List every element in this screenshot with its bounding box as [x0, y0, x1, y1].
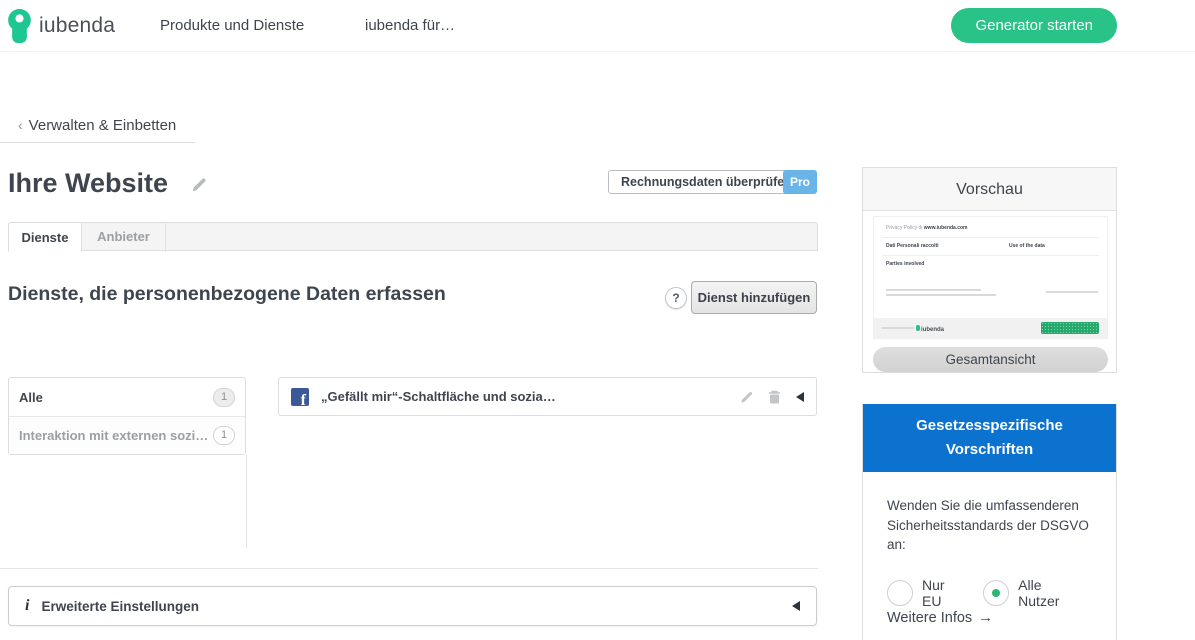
delete-service-trash-icon[interactable]	[768, 390, 782, 404]
preview-doc-footer: iubenda	[874, 318, 1107, 338]
category-item-alle[interactable]: Alle 1	[9, 378, 245, 416]
preview-text-placeholder	[886, 289, 981, 291]
category-list: Alle 1 Interaktion mit externen sozi… 1	[8, 377, 246, 455]
info-icon: i	[25, 597, 29, 615]
full-view-button[interactable]: Gesamtansicht	[873, 347, 1108, 372]
law-panel: Gesetzesspezifische Vorschriften Wenden …	[862, 404, 1117, 640]
preview-footer-brand: iubenda	[916, 325, 944, 333]
billing-check-button[interactable]: Rechnungsdaten überprüfen	[608, 170, 805, 194]
service-actions	[740, 390, 804, 404]
page-title: Ihre Website	[8, 168, 168, 199]
breadcrumb-label: Verwalten & Einbetten	[29, 117, 177, 134]
service-name: „Gefällt mir“-Schaltfläche und sozia…	[321, 389, 556, 404]
page: iubenda Produkte und Dienste iubenda für…	[0, 0, 1195, 640]
edit-service-pencil-icon[interactable]	[740, 390, 754, 404]
content-divider	[0, 568, 818, 569]
tab-dienste[interactable]: Dienste	[8, 222, 82, 252]
law-panel-body: Wenden Sie die umfassenderen Sicherheits…	[863, 472, 1116, 609]
preview-text-placeholder	[882, 327, 914, 329]
policy-preview-thumbnail[interactable]: Privacy Policy di www.iubenda.com Dati P…	[873, 216, 1108, 339]
collapse-chevron-icon[interactable]	[792, 601, 800, 611]
gdpr-question: Wenden Sie die umfassenderen Sicherheits…	[887, 496, 1099, 555]
add-service-button[interactable]: Dienst hinzufügen	[691, 281, 817, 314]
preview-panel: Vorschau Privacy Policy di www.iubenda.c…	[862, 167, 1117, 373]
breadcrumb[interactable]: ‹ Verwalten & Einbetten	[18, 117, 176, 134]
breadcrumb-divider	[0, 142, 195, 143]
category-count-badge: 1	[213, 388, 235, 407]
collapse-chevron-icon[interactable]	[796, 392, 804, 402]
facebook-icon: f	[291, 388, 309, 406]
preview-divider	[882, 255, 1099, 256]
preview-doc-row2: Parties involved	[886, 261, 924, 267]
law-panel-title: Gesetzesspezifische Vorschriften	[863, 404, 1116, 472]
radio-nur-eu-label[interactable]: Nur EU	[922, 577, 966, 609]
category-item-interaktion[interactable]: Interaktion mit externen sozi… 1	[9, 416, 245, 454]
generator-starten-button[interactable]: Generator starten	[951, 8, 1117, 43]
nav-item-produkte-und-dienste[interactable]: Produkte und Dienste	[160, 17, 304, 34]
gdpr-scope-options: Nur EU Alle Nutzer	[887, 577, 1092, 609]
edit-title-pencil-icon[interactable]	[190, 176, 208, 194]
category-label: Interaktion mit externen sozi…	[19, 428, 208, 443]
advanced-settings-bar[interactable]: i Erweiterte Einstellungen	[8, 586, 817, 626]
tab-bar: Dienste Anbieter	[8, 222, 818, 251]
preview-divider	[882, 237, 1099, 238]
advanced-settings-label: Erweiterte Einstellungen	[41, 599, 199, 614]
preview-doc-col2: Use of the data	[1009, 243, 1045, 249]
preview-doc-col1: Dati Personali raccolti	[886, 243, 939, 249]
arrow-right-icon: →	[978, 609, 993, 626]
preview-footer-green-badge	[1041, 322, 1099, 334]
category-count-badge: 1	[213, 426, 235, 445]
nav-item-iubenda-fuer[interactable]: iubenda für…	[365, 17, 455, 34]
pro-badge[interactable]: Pro	[783, 170, 817, 194]
preview-text-placeholder	[1046, 291, 1098, 293]
radio-alle-nutzer-label[interactable]: Alle Nutzer	[1018, 577, 1084, 609]
radio-alle-nutzer[interactable]	[983, 580, 1009, 606]
top-navbar: iubenda Produkte und Dienste iubenda für…	[0, 0, 1195, 52]
back-chevron-icon: ‹	[18, 117, 23, 133]
category-label: Alle	[19, 390, 43, 405]
preview-text-placeholder	[886, 294, 996, 296]
tab-anbieter[interactable]: Anbieter	[82, 222, 166, 252]
brand-name: iubenda	[39, 14, 115, 38]
preview-panel-title: Vorschau	[863, 168, 1116, 211]
brand-home-link[interactable]: iubenda	[8, 9, 115, 43]
radio-nur-eu[interactable]	[887, 580, 913, 606]
section-heading: Dienste, die personenbezogene Daten erfa…	[8, 281, 448, 307]
column-divider	[246, 455, 247, 548]
more-info-link[interactable]: Weitere Infos→	[887, 609, 993, 626]
preview-doc-title: Privacy Policy di www.iubenda.com	[886, 225, 968, 231]
iubenda-logo-icon	[8, 9, 31, 43]
help-icon[interactable]: ?	[665, 287, 687, 309]
service-card: f „Gefällt mir“-Schaltfläche und sozia…	[278, 377, 817, 416]
